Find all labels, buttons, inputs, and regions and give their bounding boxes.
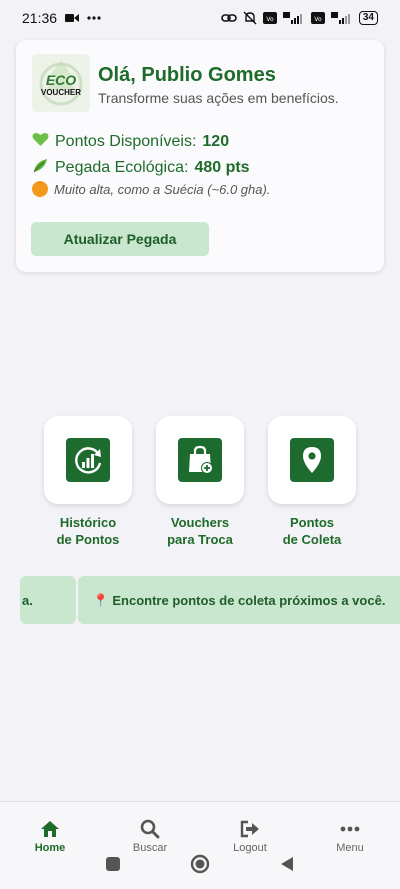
action-collection-points[interactable]: Pontos de Coleta bbox=[267, 416, 357, 548]
logout-icon bbox=[210, 818, 290, 840]
more-dots-icon bbox=[87, 16, 101, 20]
nav-search[interactable]: Buscar bbox=[110, 818, 190, 854]
status-left: 21:36 bbox=[22, 10, 101, 26]
banner-previous[interactable]: a. bbox=[20, 576, 76, 624]
footprint-note-text: Muito alta, como a Suécia (~6.0 gha). bbox=[54, 181, 271, 197]
action-points-history-box[interactable] bbox=[44, 416, 132, 504]
action-vouchers-box[interactable] bbox=[156, 416, 244, 504]
system-nav-bar bbox=[0, 850, 400, 880]
action-vouchers-label: Vouchers para Troca bbox=[155, 514, 245, 548]
profile-card: ECO VOUCHER Olá, Publio Gomes Transforme… bbox=[16, 40, 384, 272]
chart-history-icon bbox=[66, 438, 110, 482]
shopping-bag-plus-icon bbox=[178, 438, 222, 482]
map-pin-icon bbox=[290, 438, 334, 482]
green-heart-icon bbox=[32, 132, 49, 152]
footprint-stat: Pegada Ecológica: 480 pts bbox=[32, 157, 250, 179]
action-label-line2: para Troca bbox=[167, 532, 233, 547]
action-label-line1: Histórico bbox=[59, 515, 117, 530]
status-time: 21:36 bbox=[22, 10, 58, 26]
volte-icon: Vo bbox=[262, 12, 277, 24]
volte-icon: Vo bbox=[310, 12, 325, 24]
points-stat: Pontos Disponíveis: 120 bbox=[32, 132, 229, 152]
status-bar: 21:36 Vo Vo 34 bbox=[0, 0, 400, 36]
nav-logout[interactable]: Logout bbox=[210, 818, 290, 854]
herb-leaf-icon bbox=[32, 157, 49, 179]
footprint-label: Pegada Ecológica: bbox=[55, 159, 189, 176]
back-triangle-icon[interactable] bbox=[280, 856, 294, 877]
footprint-note: Muito alta, como a Suécia (~6.0 gha). bbox=[32, 181, 270, 197]
logo-text-eco: ECO bbox=[45, 72, 77, 88]
home-circle-icon[interactable] bbox=[190, 854, 210, 879]
5g-signal-icon bbox=[330, 12, 353, 24]
action-collection-points-box[interactable] bbox=[268, 416, 356, 504]
action-points-history-label: Histórico de Pontos bbox=[43, 514, 133, 548]
greeting-title: Olá, Publio Gomes bbox=[98, 64, 276, 86]
points-value: 120 bbox=[202, 133, 230, 150]
footprint-value: 480 pts bbox=[194, 159, 250, 176]
status-right: Vo Vo 34 bbox=[221, 11, 378, 25]
more-horizontal-icon bbox=[310, 818, 390, 840]
banner-current[interactable]: 📍 Encontre pontos de coleta próximos a v… bbox=[78, 576, 400, 624]
recent-apps-icon[interactable] bbox=[105, 856, 121, 877]
action-label-line2: de Coleta bbox=[282, 532, 342, 547]
mute-icon bbox=[243, 11, 257, 25]
svg-text:Vo: Vo bbox=[266, 16, 274, 23]
video-icon bbox=[65, 13, 80, 23]
action-label-line2: de Pontos bbox=[56, 532, 120, 547]
home-icon bbox=[10, 818, 90, 840]
banner-previous-text: a. bbox=[22, 592, 33, 608]
update-footprint-button[interactable]: Atualizar Pegada bbox=[31, 222, 209, 256]
action-label-line1: Pontos bbox=[289, 515, 335, 530]
action-label-line1: Vouchers bbox=[170, 515, 230, 530]
banner-current-text: 📍 Encontre pontos de coleta próximos a v… bbox=[92, 592, 386, 608]
eco-voucher-logo: ECO VOUCHER bbox=[32, 54, 90, 112]
nav-home[interactable]: Home bbox=[10, 818, 90, 854]
battery-icon: 34 bbox=[358, 11, 378, 25]
action-points-history[interactable]: Histórico de Pontos bbox=[43, 416, 133, 548]
search-icon bbox=[110, 818, 190, 840]
greeting-subtitle: Transforme suas ações em benefícios. bbox=[98, 90, 339, 106]
nav-menu[interactable]: Menu bbox=[310, 818, 390, 854]
5g-signal-icon bbox=[282, 12, 305, 24]
svg-text:Vo: Vo bbox=[314, 16, 322, 23]
orange-circle-icon bbox=[32, 181, 48, 197]
link-icon bbox=[221, 12, 237, 24]
action-collection-points-label: Pontos de Coleta bbox=[267, 514, 357, 548]
points-label: Pontos Disponíveis: bbox=[55, 133, 197, 150]
action-vouchers[interactable]: Vouchers para Troca bbox=[155, 416, 245, 548]
logo-text-voucher: VOUCHER bbox=[40, 88, 81, 97]
